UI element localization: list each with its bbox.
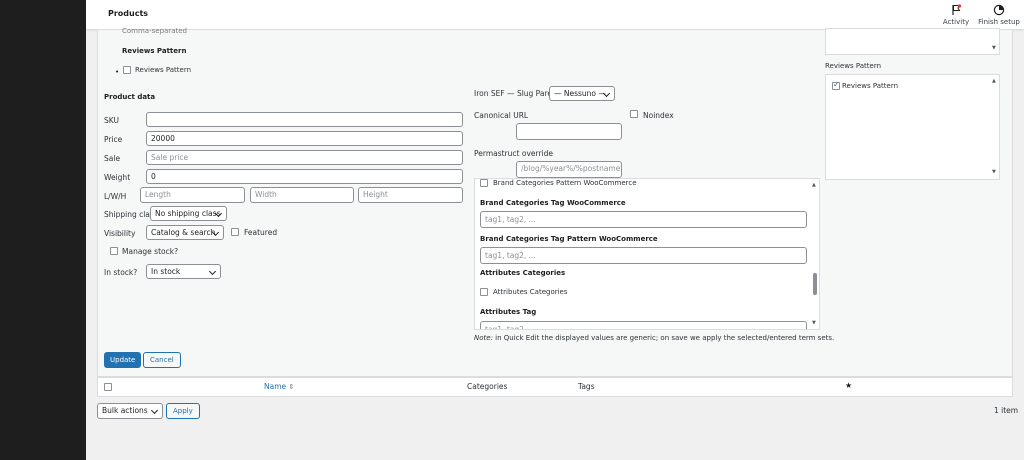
reviews-pattern-checkbox[interactable] [123,66,131,74]
apply-button[interactable]: Apply [166,403,200,419]
sort-icon: ⇕ [288,383,295,391]
visibility-label: Visibility [104,229,136,238]
column-name-header[interactable]: Name ⇕ [264,382,294,391]
note-prefix: Note: [474,334,493,342]
quick-edit-note: Note: in Quick Edit the displayed values… [474,334,834,342]
finish-setup-label: Finish setup [978,18,1020,26]
right-reviews-pattern-checkbox-label: Reviews Pattern [842,82,899,90]
top-bar [86,0,1024,30]
noindex-checkbox[interactable] [630,110,638,118]
scroll-down-arrow-icon[interactable]: ▼ [992,45,996,51]
select-all-checkbox[interactable] [104,383,112,391]
right-reviews-pattern-box[interactable]: Reviews Pattern ▲ ▼ [825,74,1000,180]
brand-tag-pattern-heading: Brand Categories Tag Pattern WooCommerce [480,235,658,243]
permastruct-label: Permastruct override [474,149,553,158]
attributes-categories-heading: Attributes Categories [480,269,566,277]
lwh-label: L/W/H [104,192,127,201]
progress-ring-icon [993,4,1005,16]
canonical-url-label: Canonical URL [474,111,529,120]
update-button[interactable]: Update [104,352,142,368]
item-count: 1 item [994,406,1019,415]
products-table-header [97,377,1013,397]
page-title: Products [108,9,149,18]
sku-input[interactable] [146,112,463,127]
slug-parent-label: Iron SEF — Slug Parent [474,89,560,98]
brand-pattern-checkbox[interactable] [480,179,488,187]
attributes-categories-checkbox[interactable] [480,288,488,296]
featured-checkbox[interactable] [231,228,239,236]
width-input[interactable]: Width [250,187,354,203]
bullet: • [115,68,120,76]
weight-input[interactable]: 0 [146,169,463,184]
sale-label: Sale [104,154,121,163]
reviews-pattern-heading: Reviews Pattern [122,47,187,55]
featured-star-icon[interactable]: ★ [845,381,852,390]
taxonomy-scroll-box[interactable]: Brand Categories Pattern WooCommerce Bra… [474,178,820,330]
noindex-label: Noindex [643,111,674,120]
scroll-up-arrow-icon[interactable]: ▲ [812,182,816,188]
in-stock-select[interactable]: In stock [146,264,221,279]
attributes-tag-input[interactable]: tag1, tag2, ... [480,321,807,329]
scrollbar-thumb[interactable] [813,273,817,295]
reviews-pattern-checkbox-label: Reviews Pattern [135,66,192,74]
weight-label: Weight [104,173,131,182]
brand-pattern-checkbox-label: Brand Categories Pattern WooCommerce [493,179,637,187]
scroll-down-arrow-icon[interactable]: ▼ [812,320,816,326]
activity-label: Activity [942,18,970,26]
height-input[interactable]: Height [358,187,463,203]
brand-tag-input[interactable]: tag1, tag2, ... [480,211,807,228]
slug-parent-select[interactable]: — Nessuno — [549,86,615,101]
admin-sidebar [0,0,86,460]
scroll-up-arrow-icon[interactable]: ▲ [992,78,996,84]
flag-icon [952,4,962,15]
finish-setup-button[interactable]: Finish setup [978,4,1020,26]
length-input[interactable]: Length [140,187,245,203]
right-reviews-pattern-checkbox[interactable] [832,80,840,90]
comma-separated-hint: Comma-separated [122,27,187,35]
canonical-url-input[interactable] [516,123,622,140]
attributes-tag-heading: Attributes Tag [480,308,537,316]
product-data-heading: Product data [104,93,156,101]
brand-tag-heading: Brand Categories Tag WooCommerce [480,199,626,207]
shipping-class-select[interactable]: No shipping class [150,206,227,221]
right-reviews-pattern-heading: Reviews Pattern [825,62,882,70]
right-top-box[interactable]: ▼ [825,28,1000,55]
manage-stock-checkbox[interactable] [110,247,118,255]
visibility-select[interactable]: Catalog & search [146,225,224,240]
cancel-button[interactable]: Cancel [143,352,181,368]
permastruct-input[interactable]: /blog/%year%/%postname% [516,161,622,178]
attributes-categories-checkbox-label: Attributes Categories [493,288,568,296]
column-tags-header: Tags [578,382,595,391]
manage-stock-label: Manage stock? [122,247,179,256]
note-text: in Quick Edit the displayed values are g… [495,334,835,342]
price-label: Price [104,135,123,144]
bulk-actions-select[interactable]: Bulk actions [97,403,163,419]
activity-button[interactable]: Activity [940,4,972,26]
column-name-label: Name [264,382,287,391]
sale-price-input[interactable]: Sale price [146,150,463,165]
scroll-down-arrow-icon[interactable]: ▼ [992,169,996,175]
price-input[interactable]: 20000 [146,131,463,146]
sku-label: SKU [104,116,119,125]
featured-label: Featured [244,228,278,237]
brand-tag-pattern-input[interactable]: tag1, tag2, ... [480,247,807,264]
column-categories-header: Categories [467,382,508,391]
in-stock-label: In stock? [104,268,138,277]
